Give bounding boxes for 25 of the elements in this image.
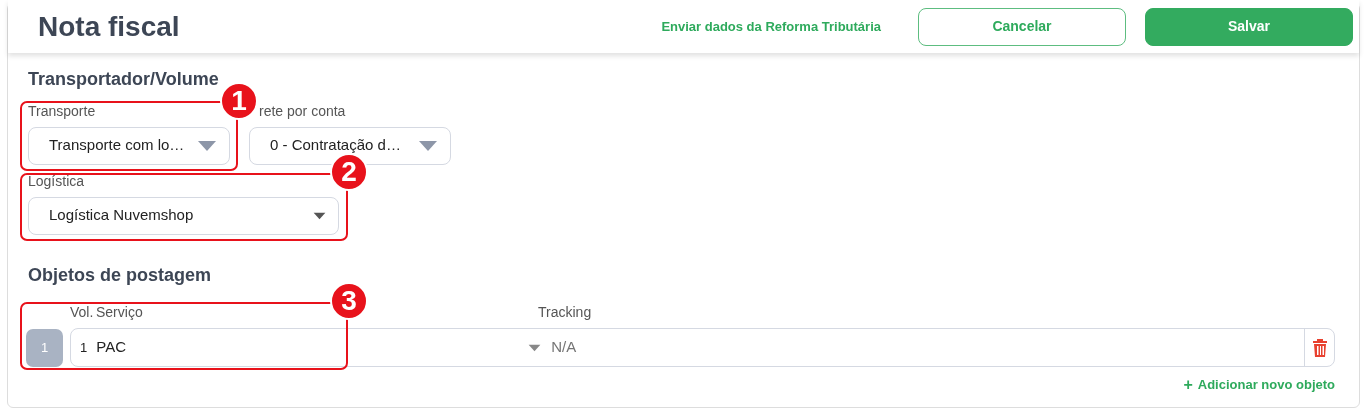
callout-number: 3 bbox=[330, 282, 368, 320]
volume-number: 1 bbox=[26, 328, 63, 367]
column-header: Tracking bbox=[538, 303, 592, 323]
page-title: Nota fiscal bbox=[38, 9, 180, 44]
section-title: Objetos de postagem bbox=[28, 264, 213, 287]
field-label: rete por conta bbox=[258, 101, 347, 121]
caret-icon bbox=[313, 211, 326, 220]
field-label: Transporte bbox=[28, 101, 97, 121]
tracking-field[interactable]: N/A bbox=[549, 335, 1304, 360]
select-field[interactable]: Transporte com lo… bbox=[28, 126, 230, 165]
plus-icon: + bbox=[1183, 376, 1193, 393]
service-select[interactable]: PAC bbox=[96, 336, 529, 359]
volume-value: 1 bbox=[80, 338, 88, 357]
column-header: Serviço bbox=[96, 303, 144, 323]
section-title: Transportador/Volume bbox=[28, 69, 220, 91]
caret-icon bbox=[418, 139, 438, 152]
caret-icon bbox=[528, 343, 542, 352]
trash-icon[interactable] bbox=[1311, 338, 1328, 358]
column-header: Vol. bbox=[70, 303, 95, 323]
object-row-field[interactable]: 1 PAC N/A bbox=[70, 328, 1335, 368]
callout-number: 1 bbox=[220, 82, 258, 120]
field-label: Logística bbox=[28, 171, 86, 191]
callout-number: 2 bbox=[330, 153, 368, 191]
caret-icon bbox=[197, 139, 217, 152]
select-field[interactable]: Logística Nuvemshop bbox=[28, 196, 339, 235]
